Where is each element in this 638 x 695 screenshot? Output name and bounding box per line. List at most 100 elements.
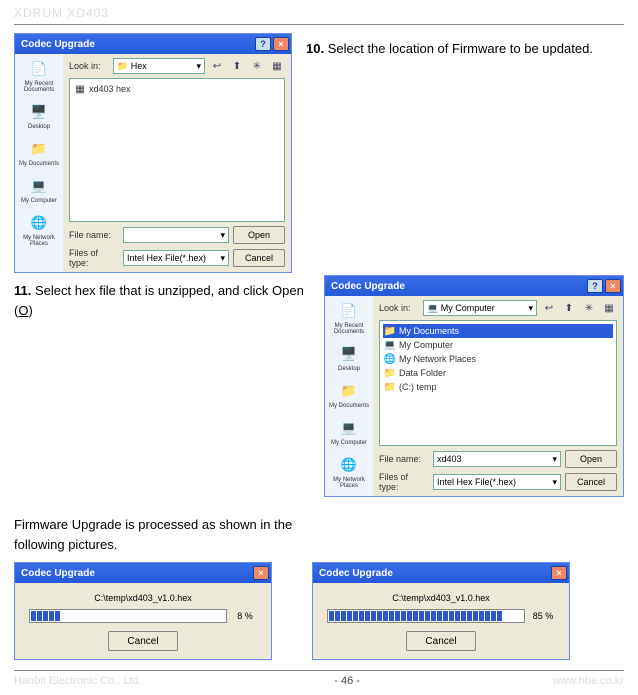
folder-icon: 📁 — [27, 138, 51, 160]
filename-label: File name: — [379, 454, 429, 464]
sidebar-mydocs[interactable]: 📁My Documents — [19, 138, 59, 167]
filetype-label: Files of type: — [69, 248, 119, 268]
chevron-down-icon: ▾ — [220, 253, 225, 264]
dialog-titlebar: Codec Upgrade ? × — [15, 34, 291, 54]
up-button[interactable]: ⬆ — [561, 300, 577, 316]
computer-icon: 💻 — [337, 417, 361, 439]
chevron-down-icon: ▾ — [196, 61, 201, 72]
step-10: 10. Select the location of Firmware to b… — [306, 39, 624, 59]
file-item[interactable]: 📁My Documents — [383, 324, 613, 338]
file-icon: ▦ — [74, 83, 86, 95]
close-button[interactable]: × — [253, 566, 269, 580]
close-button[interactable]: × — [273, 37, 289, 51]
recent-icon: 📄 — [27, 58, 51, 80]
page-footer: Hanbit Electronic Co., Ltd. - 46 - www.h… — [14, 670, 624, 687]
views-button[interactable]: ▦ — [269, 58, 285, 74]
footer-right: www.hbe.co.kr — [552, 675, 624, 687]
open-button[interactable]: Open — [565, 450, 617, 468]
file-item[interactable]: 🌐My Network Places — [383, 352, 613, 366]
open-dialog-1: Codec Upgrade ? × 📄My Recent Documents 🖥… — [14, 33, 292, 273]
folder-icon: 📁 — [384, 381, 396, 393]
open-dialog-2: Codec Upgrade ? × 📄My Recent Documents 🖥… — [324, 275, 624, 497]
computer-icon: 💻 — [384, 339, 396, 351]
sidebar-mycomputer[interactable]: 💻My Computer — [21, 175, 57, 204]
progress-path: C:\temp\xd403_v1.0.hex — [392, 593, 490, 603]
back-button[interactable]: ↩ — [541, 300, 557, 316]
file-list[interactable]: 📁My Documents 💻My Computer 🌐My Network P… — [379, 320, 617, 446]
chevron-down-icon: ▾ — [552, 477, 557, 488]
newfolder-button[interactable]: ✳ — [581, 300, 597, 316]
filename-input[interactable]: xd403▾ — [433, 451, 561, 467]
computer-icon: 💻 — [27, 175, 51, 197]
doc-title: XDRUM XD403 — [14, 6, 624, 20]
filetype-dropdown[interactable]: Intel Hex File(*.hex)▾ — [433, 474, 561, 490]
filetype-label: Files of type: — [379, 472, 429, 492]
network-icon: 🌐 — [27, 212, 51, 234]
folder-icon: 📁 — [384, 367, 396, 379]
file-item[interactable]: ▦xd403 hex — [73, 82, 281, 96]
dialog-title: Codec Upgrade — [21, 39, 95, 50]
views-button[interactable]: ▦ — [601, 300, 617, 316]
cancel-button[interactable]: Cancel — [565, 473, 617, 491]
folder-icon: 📁 — [337, 380, 361, 402]
sidebar-network[interactable]: 🌐My Network Places — [327, 454, 371, 489]
cancel-button[interactable]: Cancel — [406, 631, 476, 651]
close-button[interactable]: × — [551, 566, 567, 580]
lookin-dropdown[interactable]: 💻 My Computer ▾ — [423, 300, 537, 316]
chevron-down-icon: ▾ — [528, 303, 533, 314]
close-button[interactable]: × — [605, 279, 621, 293]
file-item[interactable]: 📁(C:) temp — [383, 380, 613, 394]
footer-left: Hanbit Electronic Co., Ltd. — [14, 675, 142, 687]
dialog-title: Codec Upgrade — [331, 281, 405, 292]
sidebar-recent[interactable]: 📄My Recent Documents — [327, 300, 371, 335]
chevron-down-icon: ▾ — [552, 454, 557, 465]
recent-icon: 📄 — [337, 300, 361, 322]
rule-top — [14, 24, 624, 25]
sidebar-network[interactable]: 🌐My Network Places — [17, 212, 61, 247]
network-icon: 🌐 — [337, 454, 361, 476]
help-button[interactable]: ? — [255, 37, 271, 51]
desktop-icon: 🖥️ — [337, 343, 361, 365]
lookin-label: Look in: — [379, 303, 419, 313]
page-number: - 46 - — [334, 675, 360, 687]
lookin-dropdown[interactable]: 📁 Hex ▾ — [113, 58, 205, 74]
progress-percent: 85 % — [531, 611, 555, 621]
dialog-title: Codec Upgrade — [21, 568, 95, 579]
cancel-button[interactable]: Cancel — [233, 249, 285, 267]
places-sidebar: 📄My Recent Documents 🖥️Desktop 📁My Docum… — [15, 54, 63, 272]
file-item[interactable]: 💻My Computer — [383, 338, 613, 352]
filename-input[interactable]: ▾ — [123, 227, 229, 243]
sidebar-recent[interactable]: 📄My Recent Documents — [17, 58, 61, 93]
help-button[interactable]: ? — [587, 279, 603, 293]
back-button[interactable]: ↩ — [209, 58, 225, 74]
progress-bar — [29, 609, 227, 623]
chevron-down-icon: ▾ — [220, 230, 225, 241]
sidebar-desktop[interactable]: 🖥️Desktop — [337, 343, 361, 372]
file-list[interactable]: ▦xd403 hex — [69, 78, 285, 222]
step-11: 11. Select hex file that is unzipped, an… — [14, 281, 306, 320]
dialog-title: Codec Upgrade — [319, 568, 393, 579]
open-button[interactable]: Open — [233, 226, 285, 244]
progress-percent: 8 % — [233, 611, 257, 621]
up-button[interactable]: ⬆ — [229, 58, 245, 74]
progress-bar — [327, 609, 525, 623]
sidebar-desktop[interactable]: 🖥️Desktop — [27, 101, 51, 130]
dialog-titlebar: Codec Upgrade × — [15, 563, 271, 583]
filename-label: File name: — [69, 230, 119, 240]
dialog-titlebar: Codec Upgrade × — [313, 563, 569, 583]
network-icon: 🌐 — [384, 353, 396, 365]
sidebar-mycomputer[interactable]: 💻My Computer — [331, 417, 367, 446]
folder-icon: 📁 — [117, 61, 128, 71]
newfolder-button[interactable]: ✳ — [249, 58, 265, 74]
cancel-button[interactable]: Cancel — [108, 631, 178, 651]
filetype-dropdown[interactable]: Intel Hex File(*.hex)▾ — [123, 250, 229, 266]
sidebar-mydocs[interactable]: 📁My Documents — [329, 380, 369, 409]
lookin-label: Look in: — [69, 61, 109, 71]
progress-caption: Firmware Upgrade is processed as shown i… — [14, 515, 304, 554]
progress-dialog-2: Codec Upgrade × C:\temp\xd403_v1.0.hex 8… — [312, 562, 570, 660]
desktop-icon: 🖥️ — [27, 101, 51, 123]
file-item[interactable]: 📁Data Folder — [383, 366, 613, 380]
places-sidebar: 📄My Recent Documents 🖥️Desktop 📁My Docum… — [325, 296, 373, 496]
folder-icon: 📁 — [384, 325, 396, 337]
computer-icon: 💻 — [427, 303, 438, 313]
